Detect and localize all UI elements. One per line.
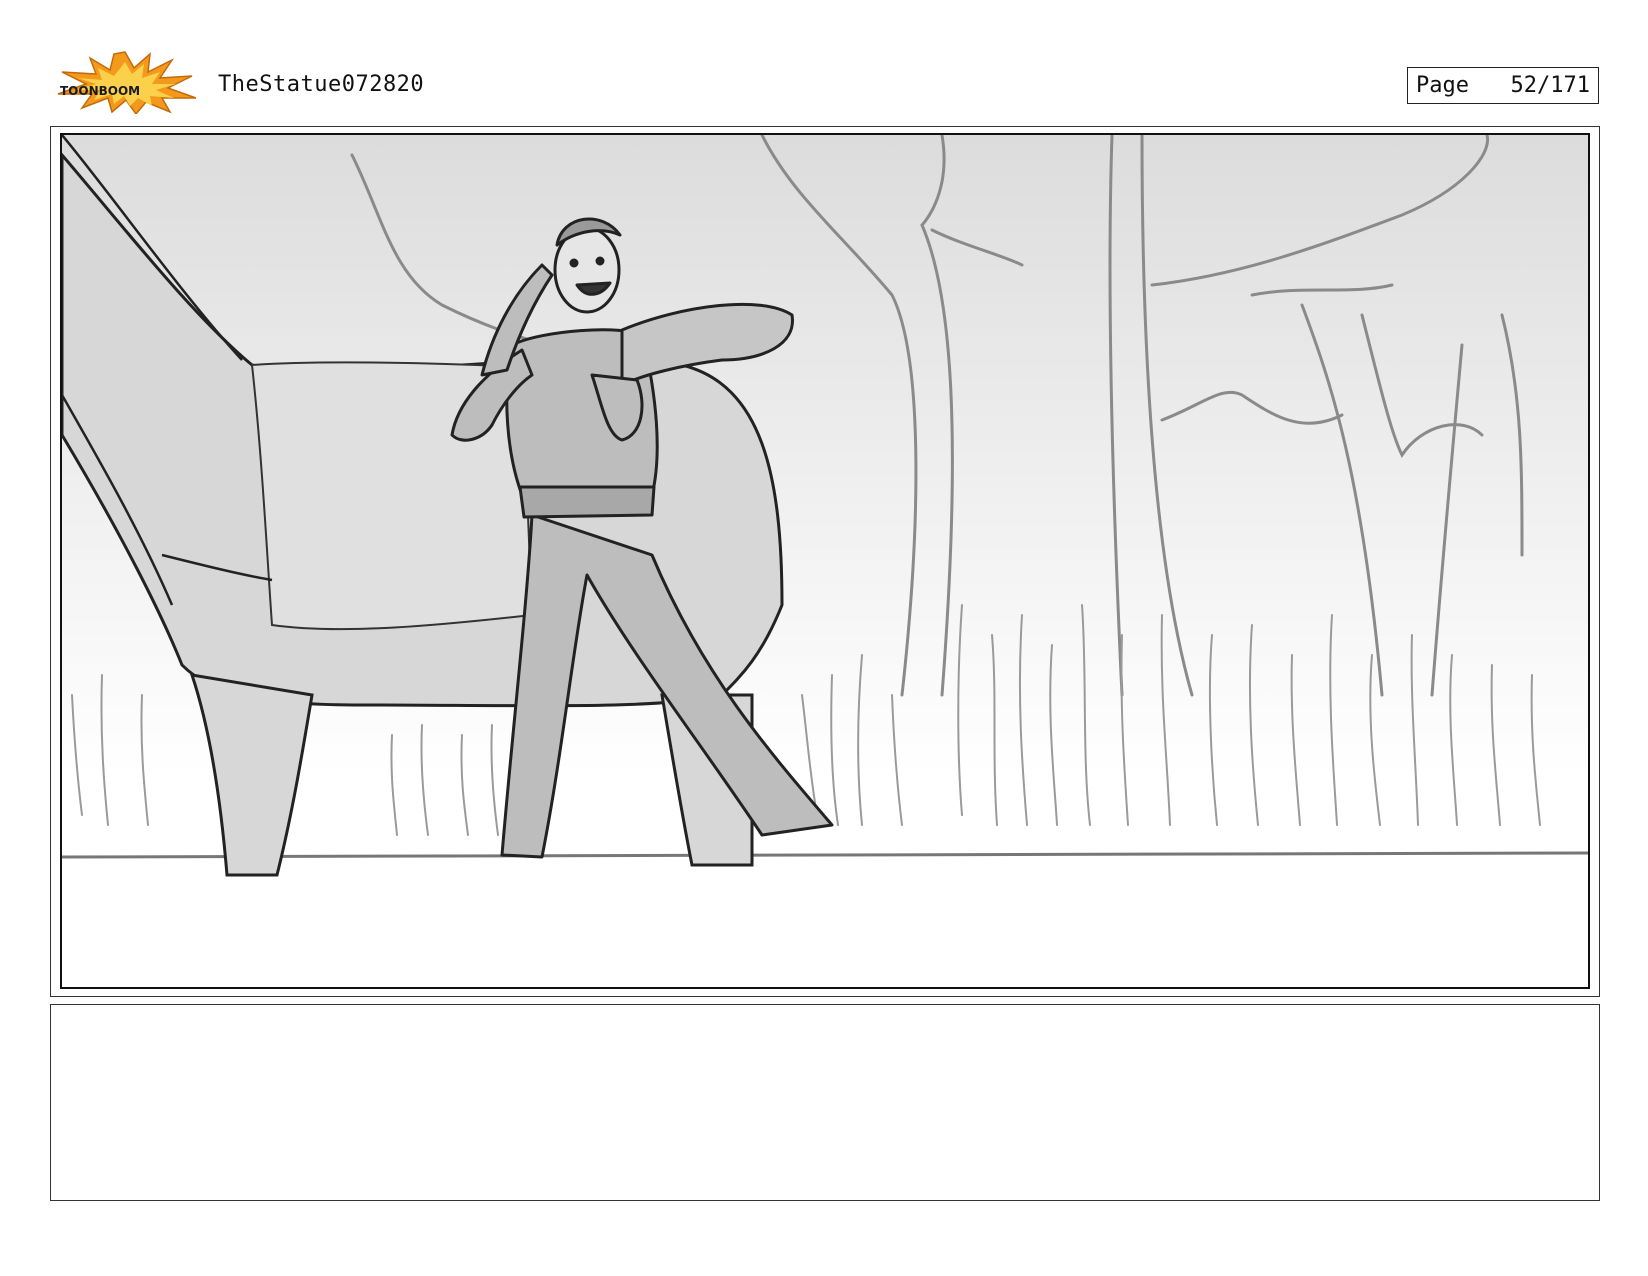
storyboard-sketch-image <box>60 133 1590 989</box>
toonboom-logo-icon: TOONBOOM <box>52 50 198 116</box>
notes-box <box>50 1004 1600 1201</box>
page-label: Page <box>1416 73 1469 98</box>
logo-text: TOONBOOM <box>60 84 140 98</box>
document-title: TheStatue072820 <box>218 72 425 97</box>
page-number: 52/171 <box>1510 73 1590 98</box>
page-header: TOONBOOM TheStatue072820 Page 52/171 <box>0 0 1648 120</box>
page-counter: Page 52/171 <box>1407 67 1599 104</box>
